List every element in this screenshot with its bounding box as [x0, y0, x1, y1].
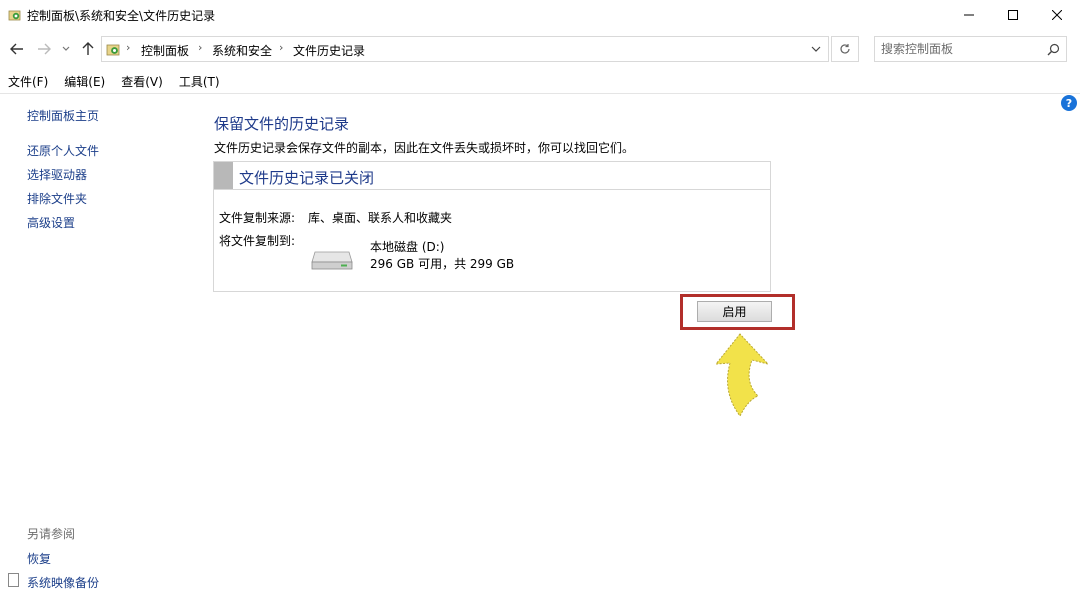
drive-icon	[311, 251, 353, 270]
source-value: 库、桌面、联系人和收藏夹	[308, 211, 453, 225]
arrow-right-icon	[38, 43, 51, 55]
drive-name: 本地磁盘 (D:)	[370, 240, 445, 254]
arrow-left-icon	[10, 43, 23, 55]
page-title: 保留文件的历史记录	[214, 115, 350, 133]
minimize-button[interactable]	[946, 0, 992, 30]
maximize-button[interactable]	[990, 0, 1036, 30]
drive-space: 296 GB 可用，共 299 GB	[370, 257, 515, 271]
status-title: 文件历史记录已关闭	[239, 169, 375, 187]
refresh-icon	[840, 44, 850, 54]
breadcrumb-file-history[interactable]: 文件历史记录	[293, 42, 365, 59]
menu-tools[interactable]: 工具(T)	[171, 70, 228, 92]
nav-restore-personal-files[interactable]: 还原个人文件	[27, 142, 99, 159]
nav-control-panel-home[interactable]: 控制面板主页	[27, 107, 99, 124]
nav-select-drive[interactable]: 选择驱动器	[27, 166, 87, 183]
close-icon	[1052, 10, 1062, 20]
menu-edit[interactable]: 编辑(E)	[56, 70, 113, 92]
chevron-down-icon[interactable]	[810, 43, 822, 55]
page-description: 文件历史记录会保存文件的副本，因此在文件丢失或损坏时，你可以找回它们。	[214, 141, 635, 155]
menu-file[interactable]: 文件(F)	[0, 70, 56, 92]
address-bar[interactable]: › 控制面板 › 系统和安全 › 文件历史记录	[101, 36, 829, 62]
chevron-right-icon: ›	[126, 41, 131, 54]
menu-view[interactable]: 查看(V)	[113, 70, 171, 92]
status-bar-indicator	[214, 162, 233, 189]
menu-bar: 文件(F) 编辑(E) 查看(V) 工具(T)	[0, 70, 228, 92]
destination-label: 将文件复制到:	[219, 234, 296, 248]
close-button[interactable]	[1034, 0, 1080, 30]
search-icon[interactable]	[1047, 43, 1060, 56]
arrow-up-icon	[82, 42, 94, 55]
refresh-button[interactable]	[831, 36, 859, 62]
nav-advanced-settings[interactable]: 高级设置	[27, 214, 75, 231]
control-panel-icon	[106, 44, 120, 56]
title-bar: 控制面板\系统和安全\文件历史记录	[0, 0, 1080, 30]
search-input[interactable]	[881, 41, 1041, 57]
chevron-right-icon: ›	[198, 41, 203, 54]
status-panel: 文件历史记录已关闭 文件复制来源: 库、桌面、联系人和收藏夹 将文件复制到: 本…	[213, 161, 771, 292]
control-panel-icon	[8, 10, 21, 21]
recent-locations-button[interactable]	[61, 41, 71, 57]
chevron-down-icon	[62, 46, 70, 51]
chevron-right-icon: ›	[279, 41, 284, 54]
forward-button[interactable]	[36, 41, 52, 57]
nav-exclude-folders[interactable]: 排除文件夹	[27, 190, 87, 207]
source-label: 文件复制来源:	[219, 211, 296, 225]
see-also-system-image-backup[interactable]: 系统映像备份	[27, 574, 99, 591]
document-icon	[8, 573, 19, 587]
window-title: 控制面板\系统和安全\文件历史记录	[27, 9, 216, 23]
divider	[0, 93, 1080, 94]
see-also-recovery[interactable]: 恢复	[27, 550, 51, 567]
search-box[interactable]	[874, 36, 1067, 62]
see-also-heading: 另请参阅	[27, 527, 76, 541]
panel-header: 文件历史记录已关闭	[214, 162, 770, 190]
minimize-icon	[964, 14, 974, 16]
up-button[interactable]	[80, 41, 96, 57]
help-icon[interactable]: ?	[1061, 95, 1077, 111]
breadcrumb-control-panel[interactable]: 控制面板	[141, 42, 189, 59]
breadcrumb-system-security[interactable]: 系统和安全	[212, 42, 272, 59]
maximize-icon	[1008, 10, 1018, 20]
enable-button[interactable]: 启用	[697, 301, 772, 322]
back-button[interactable]	[9, 41, 25, 57]
arrow-up-icon	[714, 333, 770, 417]
